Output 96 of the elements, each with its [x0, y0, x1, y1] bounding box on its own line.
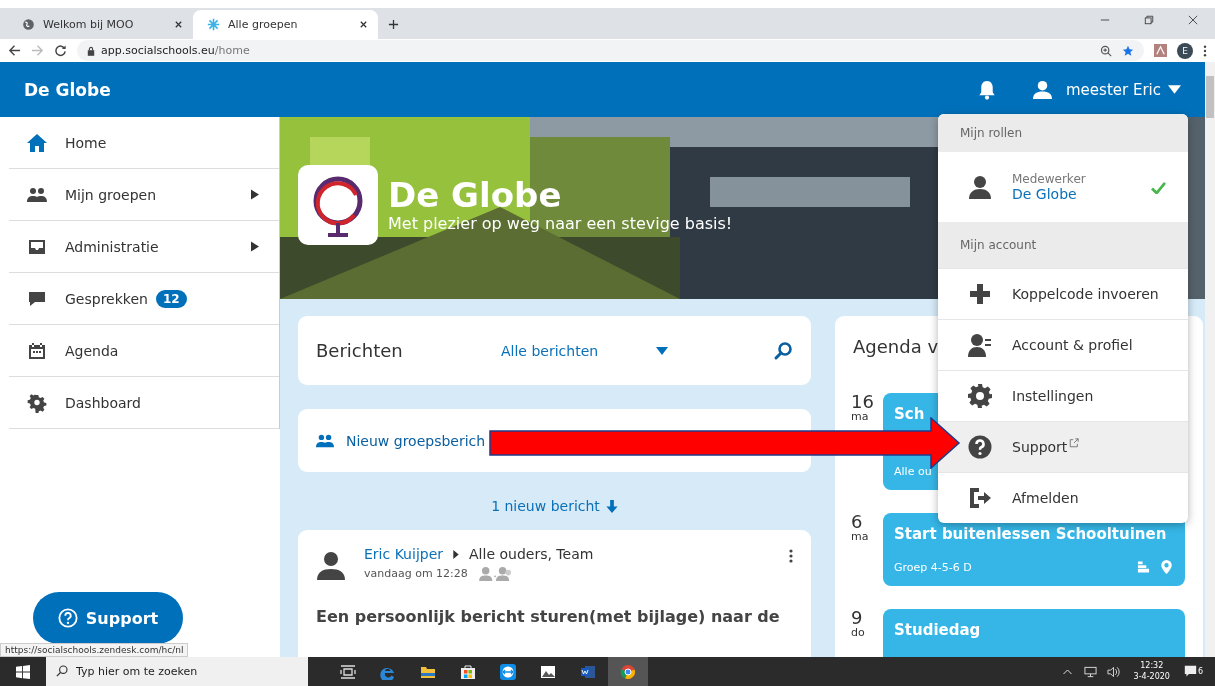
school-tagline: Met plezier op weg naar een stevige basis! — [388, 214, 733, 234]
restore-icon[interactable] — [1144, 15, 1154, 25]
messages-title: Berichten — [316, 340, 404, 361]
status-url: https://socialschools.zendesk.com/hc/nl — [0, 643, 189, 657]
bell-icon[interactable] — [977, 79, 997, 100]
taskbar-search-field[interactable]: Typ hier om te zoeken — [46, 657, 308, 686]
user-menu[interactable]: meester Eric — [1066, 80, 1161, 99]
event-group: Groep 4-5-6 D — [894, 560, 972, 574]
store-icon[interactable] — [460, 663, 476, 680]
taskbar-app[interactable] — [608, 657, 648, 686]
close-icon[interactable] — [359, 20, 368, 29]
star-burst-icon — [207, 18, 220, 31]
menu-item[interactable]: Account & profiel — [938, 319, 1188, 370]
menu-item[interactable]: Support — [938, 421, 1188, 472]
menu-heading: Mijn account — [938, 222, 1188, 268]
close-icon[interactable] — [1188, 15, 1198, 25]
user-icon — [968, 175, 992, 199]
zoom-icon[interactable] — [1100, 44, 1112, 57]
event-group: Alle ou — [894, 465, 932, 478]
browser-tab[interactable]: Alle groepen — [193, 10, 378, 39]
help-icon — [968, 435, 992, 459]
menu-item[interactable]: Koppelcode invoeren — [938, 268, 1188, 319]
event-weekday: do — [851, 627, 866, 638]
support-button[interactable]: Support — [33, 592, 183, 644]
windows-start-icon[interactable] — [16, 664, 30, 679]
lock-icon — [87, 45, 95, 56]
gear-icon — [27, 392, 47, 413]
notifications-icon[interactable] — [1183, 665, 1197, 678]
author-link[interactable]: Eric Kuijper — [364, 546, 444, 562]
remote-app-icon[interactable] — [500, 663, 516, 680]
audience-icon — [477, 566, 514, 581]
list-icon — [1137, 560, 1150, 574]
task-view-icon[interactable] — [340, 663, 356, 680]
chrome-icon — [620, 663, 636, 680]
school-name[interactable]: De Globe — [24, 79, 111, 100]
speaker-icon[interactable] — [1106, 665, 1120, 678]
school-title: De Globe — [388, 176, 563, 215]
menu-heading: Mijn rollen — [938, 114, 1188, 152]
sidebar-item[interactable]: Mijn groepen — [9, 169, 279, 221]
post-title: Een persoonlijk bericht sturen(met bijlage) naar de — [316, 607, 781, 626]
user-icon — [1033, 80, 1052, 99]
unread-count-badge: 12 — [155, 289, 187, 308]
plus-icon — [968, 282, 992, 306]
notification-count: 6 — [1197, 667, 1203, 676]
logout-icon — [968, 486, 992, 510]
sidebar-item[interactable]: Agenda — [9, 325, 279, 377]
sidebar-item[interactable]: Gesprekken 12 — [9, 273, 279, 325]
profile-avatar[interactable]: E — [1177, 42, 1193, 59]
photos-icon[interactable] — [540, 663, 556, 680]
event-title: Start buitenlessen Schooltuinen — [894, 525, 1168, 543]
reload-icon[interactable] — [54, 44, 67, 57]
new-messages-link[interactable]: 1 nieuw bericht — [491, 498, 618, 514]
user-card-icon — [968, 333, 992, 357]
calendar-icon — [27, 340, 47, 361]
search-icon[interactable] — [773, 340, 793, 361]
help-icon — [57, 608, 78, 628]
arrow-icon — [453, 549, 460, 559]
more-icon[interactable] — [1203, 44, 1207, 57]
search-icon — [56, 665, 68, 677]
clock-time[interactable]: 12:32 — [1140, 661, 1164, 672]
sidebar-item[interactable]: Home — [9, 117, 279, 169]
network-icon[interactable] — [1083, 665, 1097, 678]
bookmark-star-icon[interactable] — [1122, 44, 1134, 57]
role-item[interactable]: Medewerker De Globe — [938, 152, 1188, 222]
home-icon — [27, 132, 47, 153]
event-weekday: ma — [851, 411, 870, 422]
word-icon[interactable] — [580, 663, 596, 680]
clock-date[interactable]: 3-4-2020 — [1133, 671, 1170, 682]
caret-icon[interactable] — [1168, 85, 1181, 94]
user-avatar-icon — [316, 550, 346, 580]
message-filter[interactable]: Alle berichten — [501, 342, 656, 359]
sidebar-item[interactable]: Dashboard — [9, 377, 279, 429]
event-day: 6 — [851, 513, 871, 531]
event-title: Studiedag — [894, 621, 982, 639]
agenda-title: Agenda v — [853, 336, 939, 357]
pdf-extension-icon[interactable] — [1154, 44, 1167, 57]
scroll-thumb[interactable] — [1206, 76, 1214, 118]
new-tab-icon[interactable] — [388, 19, 399, 30]
post-time: vandaag om 12:28 — [364, 567, 468, 580]
close-icon[interactable] — [174, 20, 183, 29]
sidebar-item[interactable]: Administratie — [9, 221, 279, 273]
menu-item[interactable]: Afmelden — [938, 472, 1188, 523]
caret-icon[interactable] — [656, 346, 668, 355]
event-day: 16 — [851, 393, 871, 411]
gear-icon — [968, 384, 992, 408]
more-icon[interactable] — [789, 549, 793, 563]
down-arrow-icon — [605, 499, 618, 513]
scrollbar[interactable] — [1205, 62, 1215, 657]
event-weekday: ma — [851, 531, 870, 542]
browser-tab[interactable]: Welkom bij MOO — [8, 10, 193, 39]
back-icon[interactable] — [8, 44, 21, 57]
event-title: Sch — [894, 405, 926, 423]
school-logo-icon — [298, 165, 378, 245]
address-field[interactable]: app.socialschools.eu/home — [77, 40, 1144, 61]
recipients: Alle ouders, Team — [469, 546, 594, 562]
event-day: 9 — [851, 609, 871, 627]
